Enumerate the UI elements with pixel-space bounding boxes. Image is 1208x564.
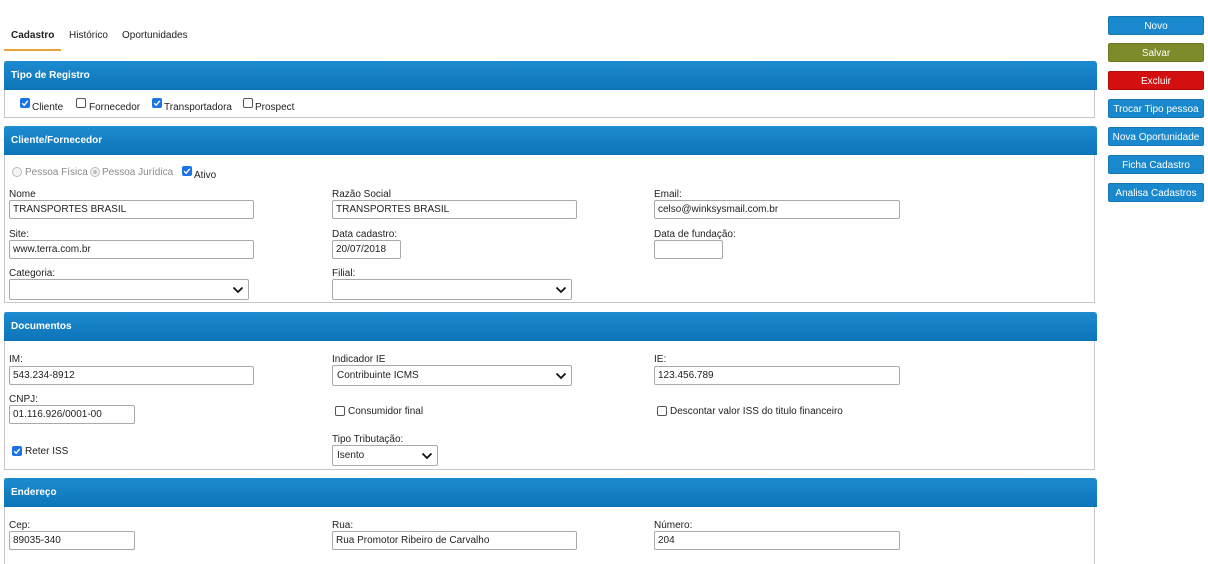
label-cliente: Cliente — [32, 102, 64, 113]
panel-cliente-fornecedor: Cliente/Fornecedor Pessoa Física Pessoa … — [4, 126, 1097, 303]
nome-input[interactable] — [9, 200, 254, 219]
email-input[interactable] — [654, 200, 900, 219]
indicador-ie-value: Contribuinte ICMS — [337, 370, 419, 381]
label-categoria: Categoria: — [9, 268, 56, 279]
label-transportadora: Transportadora — [164, 102, 232, 113]
chevron-down-icon — [421, 452, 433, 460]
panel-title-tipo-registro: Tipo de Registro — [4, 61, 1097, 90]
check-icon — [21, 100, 29, 107]
categoria-select[interactable] — [9, 279, 249, 300]
label-pessoa-fisica: Pessoa Física — [25, 167, 88, 178]
check-icon — [183, 168, 191, 175]
novo-button[interactable]: Novo — [1108, 16, 1204, 35]
razao-social-input[interactable] — [332, 200, 577, 219]
analisa-cadastros-button[interactable]: Analisa Cadastros — [1108, 183, 1204, 202]
checkbox-cliente[interactable] — [20, 98, 30, 108]
site-input[interactable] — [9, 240, 254, 259]
checkbox-consumidor-final[interactable] — [335, 406, 345, 416]
data-cadastro-input[interactable] — [332, 240, 401, 259]
cnpj-input[interactable] — [9, 405, 135, 424]
data-fundacao-input[interactable] — [654, 240, 723, 259]
label-site: Site: — [9, 229, 30, 240]
tab-historico[interactable]: Histórico — [69, 30, 108, 41]
label-indicador-ie: Indicador IE — [332, 354, 386, 365]
label-descontar-iss: Descontar valor ISS do titulo financeiro — [670, 406, 843, 417]
label-email: Email: — [654, 189, 682, 200]
ficha-cadastro-button[interactable]: Ficha Cadastro — [1108, 155, 1204, 174]
ie-input[interactable] — [654, 366, 900, 385]
label-cep: Cep: — [9, 520, 31, 531]
trocar-tipo-pessoa-button[interactable]: Trocar Tipo pessoa — [1108, 99, 1204, 118]
label-data-cadastro: Data cadastro: — [332, 229, 398, 240]
label-tipo-tributacao: Tipo Tributação: — [332, 434, 404, 445]
panel-title-cliente: Cliente/Fornecedor — [4, 126, 1097, 155]
radio-pessoa-juridica[interactable] — [90, 167, 100, 177]
label-rua: Rua: — [332, 520, 354, 531]
filial-select[interactable] — [332, 279, 572, 300]
im-input[interactable] — [9, 366, 254, 385]
panel-documentos: Documentos IM: Indicador IE Contribuinte… — [4, 312, 1097, 470]
panel-title-documentos: Documentos — [4, 312, 1097, 341]
label-prospect: Prospect — [255, 102, 295, 113]
nova-oportunidade-button[interactable]: Nova Oportunidade — [1108, 127, 1204, 146]
chevron-down-icon — [232, 286, 244, 294]
label-razao-social: Razão Social — [332, 189, 391, 200]
active-tab-indicator — [4, 49, 61, 51]
chevron-down-icon — [555, 372, 567, 380]
panel-endereco: Endereço Cep: Rua: Número: — [4, 478, 1097, 564]
salvar-button[interactable]: Salvar — [1108, 43, 1204, 62]
check-icon — [153, 100, 161, 107]
tab-oportunidades[interactable]: Oportunidades — [122, 30, 188, 41]
tab-cadastro[interactable]: Cadastro — [11, 30, 54, 41]
tipo-tributacao-select[interactable]: Isento — [332, 445, 438, 466]
checkbox-transportadora[interactable] — [152, 98, 162, 108]
label-reter-iss: Reter ISS — [25, 446, 69, 457]
label-im: IM: — [9, 354, 23, 365]
checkbox-prospect[interactable] — [243, 98, 253, 108]
label-ativo: Ativo — [194, 170, 217, 181]
rua-input[interactable] — [332, 531, 577, 550]
label-cnpj: CNPJ: — [9, 394, 38, 405]
label-numero: Número: — [654, 520, 693, 531]
panel-tipo-registro: Tipo de Registro Cliente Fornecedor Tran… — [4, 61, 1097, 118]
radio-pessoa-fisica[interactable] — [12, 167, 22, 177]
label-pessoa-juridica: Pessoa Jurídica — [102, 167, 174, 178]
check-icon — [13, 448, 21, 455]
numero-input[interactable] — [654, 531, 900, 550]
label-consumidor-final: Consumidor final — [348, 406, 424, 417]
tab-bar: Cadastro Histórico Oportunidades — [4, 24, 1096, 52]
cep-input[interactable] — [9, 531, 135, 550]
indicador-ie-select[interactable]: Contribuinte ICMS — [332, 365, 572, 386]
label-filial: Filial: — [332, 268, 356, 279]
checkbox-ativo[interactable] — [182, 166, 192, 176]
chevron-down-icon — [555, 286, 567, 294]
checkbox-fornecedor[interactable] — [76, 98, 86, 108]
label-fornecedor: Fornecedor — [89, 102, 141, 113]
checkbox-descontar-iss[interactable] — [657, 406, 667, 416]
tipo-tributacao-value: Isento — [337, 450, 365, 461]
checkbox-reter-iss[interactable] — [12, 446, 22, 456]
label-nome: Nome — [9, 189, 36, 200]
excluir-button[interactable]: Excluir — [1108, 71, 1204, 90]
label-data-fundacao: Data de fundação: — [654, 229, 736, 240]
label-ie: IE: — [654, 354, 667, 365]
panel-title-endereco: Endereço — [4, 478, 1097, 507]
